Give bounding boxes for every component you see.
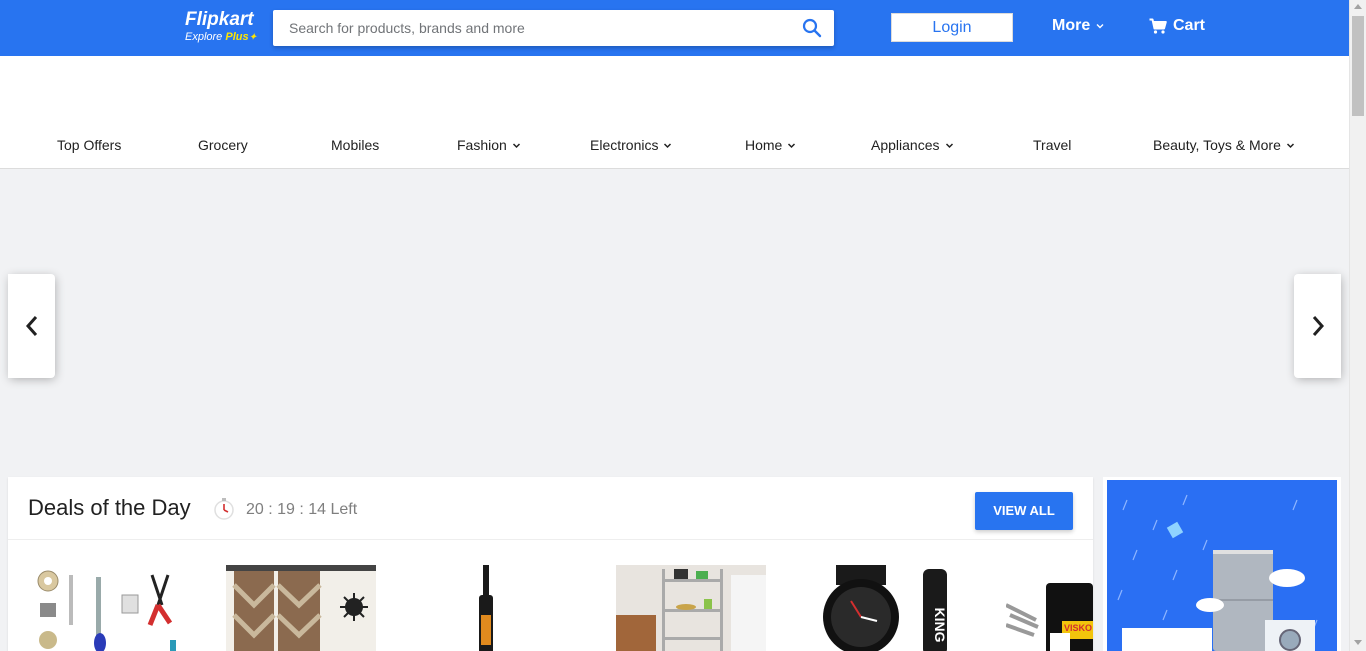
- product-image: VISKO: [1006, 565, 1093, 651]
- chevron-right-icon: [1312, 316, 1324, 336]
- product-image: KING: [811, 565, 961, 651]
- nav-label: Grocery: [198, 137, 248, 153]
- chevron-down-icon: [788, 142, 796, 148]
- nav-mobiles[interactable]: Mobiles: [331, 137, 379, 153]
- nav-label: Travel: [1033, 137, 1072, 153]
- search-icon[interactable]: [802, 18, 822, 38]
- cart-button[interactable]: Cart: [1149, 17, 1205, 35]
- cart-icon: [1149, 18, 1167, 34]
- ad-banner[interactable]: [1107, 480, 1337, 651]
- product-image: [226, 565, 376, 651]
- deals-header: Deals of the Day 20 : 19 : 14 Left VIEW …: [8, 477, 1093, 540]
- search-input[interactable]: [273, 10, 773, 46]
- more-label: More: [1052, 17, 1091, 34]
- search-bar: [273, 10, 834, 46]
- product-image: [616, 565, 766, 651]
- scroll-up-arrow-icon[interactable]: [1354, 4, 1362, 9]
- nav-label: Appliances: [871, 137, 940, 153]
- cart-label: Cart: [1173, 17, 1206, 34]
- product-image: [30, 565, 180, 651]
- nav-fashion[interactable]: Fashion: [457, 137, 521, 153]
- nav-grocery[interactable]: Grocery: [198, 137, 248, 153]
- product-card-tool-kit[interactable]: VISKO: [1006, 565, 1093, 651]
- banner-carousel: [0, 169, 1349, 469]
- ad-image: [1107, 480, 1337, 651]
- carousel-prev-button[interactable]: [8, 274, 55, 378]
- logo-text: Flipkart: [185, 9, 254, 30]
- product-card-cricket-bat[interactable]: [421, 565, 571, 651]
- timer-icon: [214, 498, 234, 520]
- logo-subtext: Explore Plus✦: [185, 31, 265, 44]
- logo-explore: Explore: [185, 31, 223, 43]
- scroll-thumb[interactable]: [1352, 16, 1364, 116]
- deals-timer: 20 : 19 : 14 Left: [246, 501, 358, 518]
- nav-electronics[interactable]: Electronics: [590, 137, 672, 153]
- nav-label: Home: [745, 137, 783, 153]
- top-header: Flipkart Explore Plus✦ Login More Cart: [0, 0, 1349, 56]
- flipkart-logo[interactable]: Flipkart Explore Plus✦: [185, 9, 265, 45]
- nav-appliances[interactable]: Appliances: [871, 137, 954, 153]
- chevron-down-icon: [1096, 24, 1104, 29]
- nav-travel[interactable]: Travel: [1033, 137, 1071, 153]
- svg-text:VISKO: VISKO: [1064, 623, 1092, 633]
- nav-beauty-toys-more[interactable]: Beauty, Toys & More: [1153, 137, 1295, 153]
- chevron-down-icon: [945, 142, 953, 148]
- deals-of-the-day: Deals of the Day 20 : 19 : 14 Left VIEW …: [8, 477, 1093, 651]
- nav-label: Fashion: [457, 137, 507, 153]
- view-all-button[interactable]: VIEW ALL: [975, 492, 1073, 530]
- nav-label: Top Offers: [57, 137, 122, 153]
- chevron-down-icon: [512, 142, 520, 148]
- nav-home[interactable]: Home: [745, 137, 796, 153]
- page-scrollbar[interactable]: [1349, 0, 1366, 651]
- nav-top-offers[interactable]: Top Offers: [57, 137, 121, 153]
- carousel-next-button[interactable]: [1294, 274, 1341, 378]
- chevron-down-icon: [664, 142, 672, 148]
- chevron-left-icon: [25, 316, 37, 336]
- product-card-curtain[interactable]: [226, 565, 376, 651]
- nav-label: Beauty, Toys & More: [1153, 137, 1281, 153]
- svg-text:KING: KING: [932, 608, 948, 643]
- product-card-watch-combo[interactable]: KING: [811, 565, 961, 651]
- login-button[interactable]: Login: [891, 13, 1013, 42]
- product-card-storage-rack[interactable]: [616, 565, 766, 651]
- product-card-soldering-kit[interactable]: [30, 565, 180, 651]
- deals-title: Deals of the Day: [28, 495, 191, 520]
- more-menu[interactable]: More: [1052, 17, 1104, 35]
- logo-plus: Plus: [225, 31, 249, 43]
- nav-label: Electronics: [590, 137, 659, 153]
- scroll-down-arrow-icon[interactable]: [1354, 640, 1362, 645]
- chevron-down-icon: [1286, 142, 1294, 148]
- nav-label: Mobiles: [331, 137, 380, 153]
- plus-star-icon: ✦: [248, 32, 257, 43]
- product-image: [421, 565, 571, 651]
